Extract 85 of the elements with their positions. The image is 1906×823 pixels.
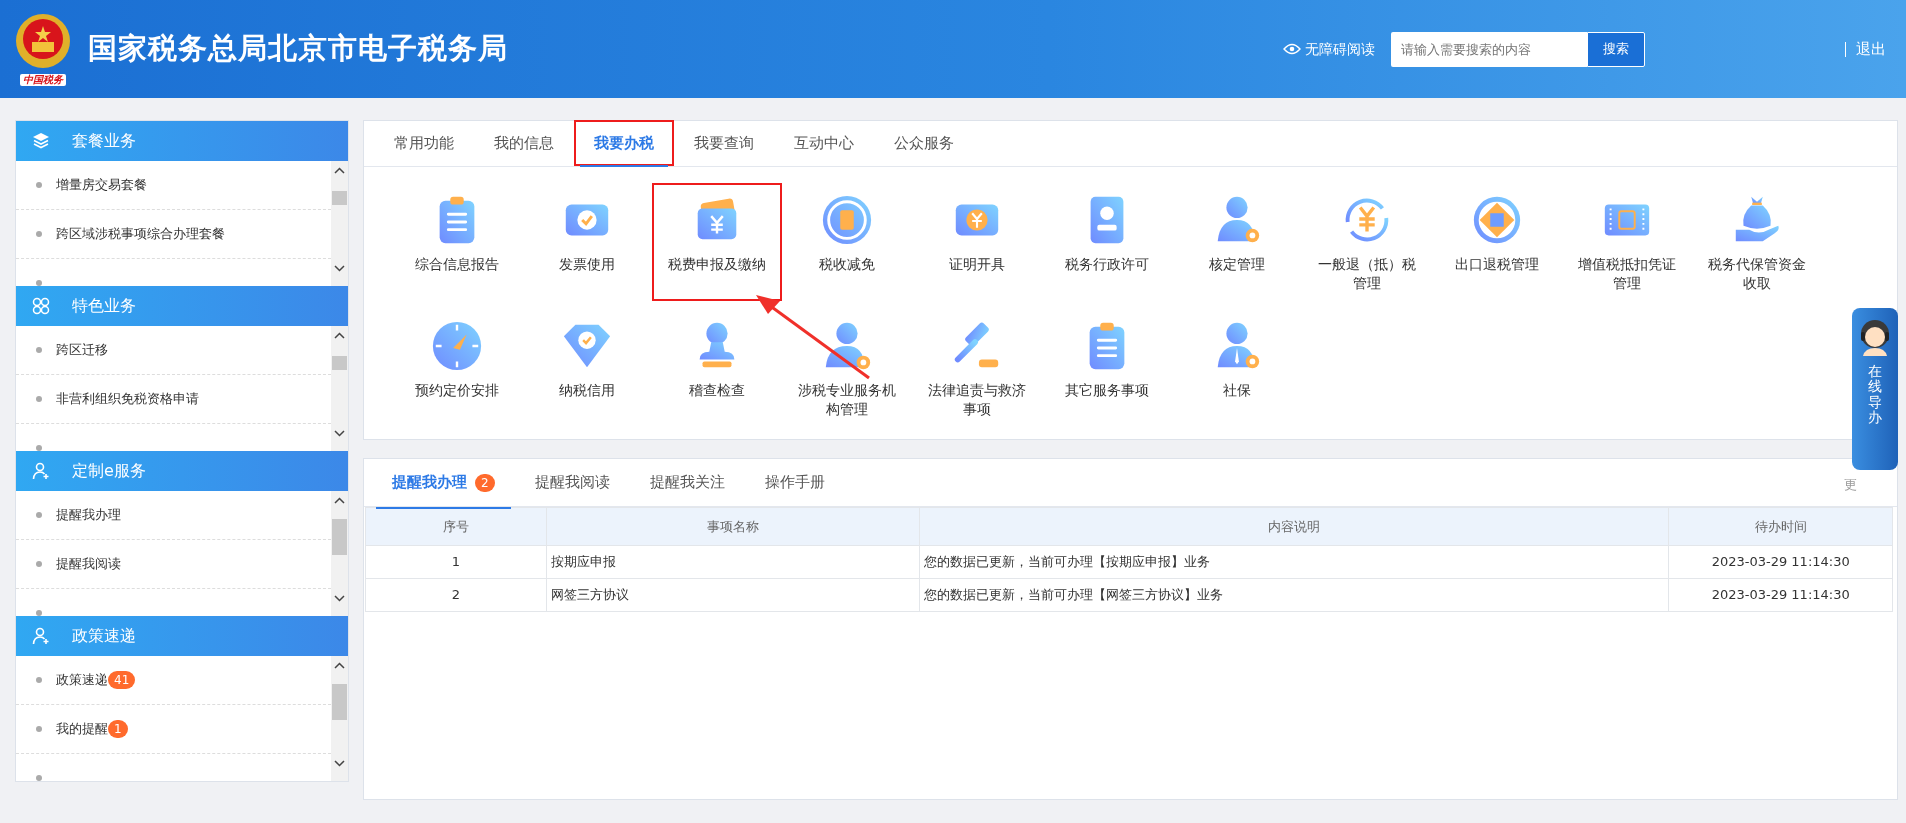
- tab[interactable]: 提醒我办理 2: [372, 459, 515, 506]
- compass-icon: [430, 319, 484, 373]
- column-header: 内容说明: [919, 507, 1669, 546]
- bullet-icon: [36, 726, 42, 732]
- tab[interactable]: 操作手册: [744, 459, 845, 506]
- table-cell: 2023-03-29 11:14:30: [1668, 545, 1893, 579]
- section-title: 政策速递: [72, 625, 136, 647]
- tab[interactable]: 互动中心: [774, 120, 874, 166]
- service-item[interactable]: 核定管理: [1172, 183, 1302, 301]
- service-item[interactable]: 纳税信用: [522, 309, 652, 427]
- user-add-icon: [32, 627, 50, 645]
- service-item[interactable]: 预约定价安排: [392, 309, 522, 427]
- layers-icon: [32, 132, 50, 150]
- service-item[interactable]: 证明开具: [912, 183, 1042, 301]
- bullet-icon: [36, 610, 42, 616]
- table-cell: 网签三方协议: [546, 578, 920, 612]
- scrollbar[interactable]: [331, 491, 348, 616]
- section-title: 定制e服务: [72, 460, 146, 482]
- service-item[interactable]: 出口退税管理: [1432, 183, 1562, 301]
- section-title: 特色业务: [72, 295, 136, 317]
- service-item[interactable]: 稽查检查: [652, 309, 782, 427]
- service-item[interactable]: 发票使用: [522, 183, 652, 301]
- bullet-icon: [36, 775, 42, 781]
- bullet-icon: [36, 347, 42, 353]
- bullet-icon: [36, 677, 42, 683]
- bullet-icon: [36, 512, 42, 518]
- count-badge: 1: [108, 720, 128, 738]
- table-cell: 按期应申报: [546, 545, 920, 579]
- service-item[interactable]: 税务行政许可: [1042, 183, 1172, 301]
- scrollbar[interactable]: [331, 326, 348, 451]
- tab[interactable]: 我要查询: [674, 120, 774, 166]
- service-item[interactable]: 税费申报及缴纳: [652, 183, 782, 301]
- user-add-icon: [32, 462, 50, 480]
- service-item[interactable]: 综合信息报告: [392, 183, 522, 301]
- table-cell: 1: [365, 545, 547, 579]
- menu-link[interactable]: 提醒我阅读: [56, 554, 121, 574]
- menu-link[interactable]: 跨区域涉税事项综合办理套餐: [56, 224, 225, 244]
- bullet-icon: [36, 561, 42, 567]
- menu-link[interactable]: 增量房交易套餐: [56, 175, 147, 195]
- tab[interactable]: 我要办税: [574, 120, 674, 166]
- column-header: 事项名称: [546, 507, 920, 546]
- menu-link[interactable]: 跨区迁移: [56, 340, 108, 360]
- tab[interactable]: 公众服务: [874, 120, 974, 166]
- section-title: 套餐业务: [72, 130, 136, 152]
- grid-icon: [32, 297, 50, 315]
- service-item[interactable]: 税收减免: [782, 183, 912, 301]
- bullet-icon: [36, 280, 42, 286]
- column-header: 序号: [365, 507, 547, 546]
- service-item[interactable]: 法律追责与救济事项: [912, 309, 1042, 427]
- logo-caption: 中国税务: [20, 74, 66, 86]
- service-item[interactable]: 社保: [1172, 309, 1302, 427]
- menu-link[interactable]: 非营利组织免税资格申请: [56, 389, 199, 409]
- tab[interactable]: 提醒我阅读: [514, 459, 630, 506]
- tab[interactable]: 我的信息: [474, 120, 574, 166]
- tab[interactable]: 常用功能: [374, 120, 474, 166]
- menu-link[interactable]: 提醒我办理: [56, 505, 121, 525]
- site-title: 国家税务总局北京市电子税务局: [88, 30, 508, 68]
- service-item[interactable]: 涉税专业服务机构管理: [782, 309, 912, 427]
- service-item[interactable]: 增值税抵扣凭证管理: [1562, 183, 1692, 301]
- bullet-icon: [36, 182, 42, 188]
- bullet-icon: [36, 231, 42, 237]
- scrollbar[interactable]: [331, 656, 348, 781]
- service-item[interactable]: 其它服务事项: [1042, 309, 1172, 427]
- column-header: 待办时间: [1668, 507, 1893, 546]
- table-cell: 2023-03-29 11:14:30: [1668, 578, 1893, 612]
- count-badge: 41: [108, 671, 136, 689]
- menu-link[interactable]: 我的提醒: [56, 719, 108, 739]
- coin-icon: [820, 193, 874, 247]
- table-cell: 您的数据已更新，当前可办理【网签三方协议】业务: [919, 578, 1669, 612]
- service-item[interactable]: 税务代保管资金收取: [1692, 183, 1822, 301]
- search-field[interactable]: 请输入需要搜索的内容: [1391, 31, 1587, 67]
- service-item[interactable]: 一般退（抵）税管理: [1302, 183, 1432, 301]
- tab[interactable]: 提醒我关注: [629, 459, 745, 506]
- eye-icon: [1283, 43, 1301, 55]
- scrollbar[interactable]: [331, 161, 348, 286]
- bullet-icon: [36, 445, 42, 451]
- bullet-icon: [36, 396, 42, 402]
- assistant-label: 在线导办: [1868, 364, 1882, 426]
- emblem-icon: [14, 12, 72, 70]
- table-cell: 2: [365, 578, 547, 612]
- menu-link[interactable]: 政策速递: [56, 670, 108, 690]
- assistant-tab[interactable]: 在线导办: [1852, 308, 1898, 470]
- table-cell: 您的数据已更新，当前可办理【按期应申报】业务: [919, 545, 1669, 579]
- search-button[interactable]: 搜索: [1587, 31, 1645, 67]
- count-badge: 2: [475, 473, 495, 492]
